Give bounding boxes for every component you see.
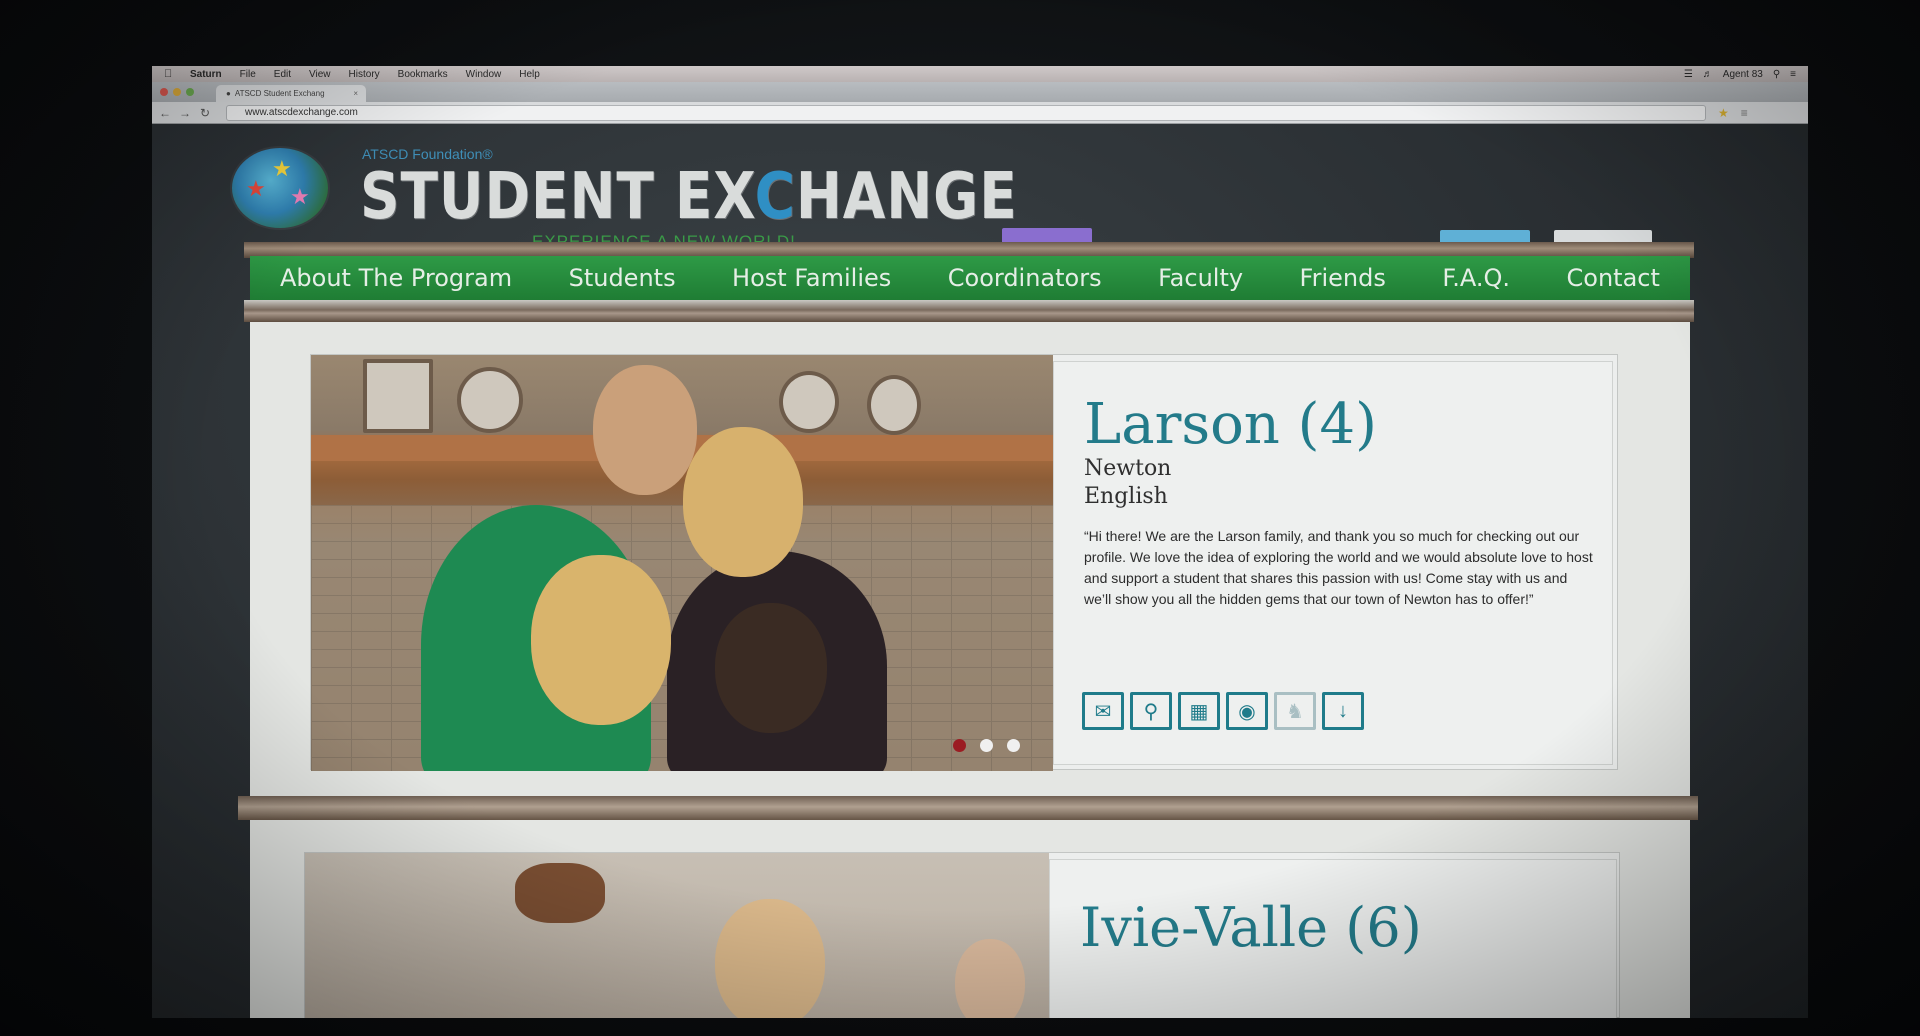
nav-contact[interactable]: Contact [1567,264,1660,292]
family-action-icons: ✉ ⚲ ▦ ◉ ♞ ↓ [1082,692,1364,730]
apple-icon[interactable]:  [164,68,174,80]
screen:  Saturn File Edit View History Bookmark… [152,66,1808,1018]
family-name-2[interactable]: Ivie-Valle (6) [1080,896,1586,959]
photo-frame-4 [867,375,921,435]
family-name[interactable]: Larson (4) [1084,395,1582,455]
site-logo[interactable]: ★ ★ ★ ATSCD Foundation® STUDENT EXCHANGE… [232,138,1017,251]
photo-face-1 [593,365,697,495]
carousel-dot-2[interactable] [980,739,993,752]
photo2-face-1 [715,899,825,1018]
browser-tab[interactable]: ● ATSCD Student Exchang × [216,85,366,102]
location-pin-icon[interactable]: ⚲ [1130,692,1172,730]
family-photo-2[interactable] [305,853,1049,1018]
dog-icon[interactable]: ♞ [1274,692,1316,730]
photo-frame-2 [457,367,523,433]
photo-frame-1 [363,359,433,433]
volume-icon[interactable]: ♬ [1703,69,1713,80]
menu-help[interactable]: Help [519,69,540,80]
web-page: ★ ★ ★ ATSCD Foundation® STUDENT EXCHANGE… [152,124,1808,1018]
url-field[interactable]: www.atscdexchange.com [226,104,1706,121]
camera-icon[interactable]: ◉ [1226,692,1268,730]
nav-students[interactable]: Students [569,264,676,292]
logo-title-end: HANGE [795,160,1018,234]
photo2-antlers [515,863,605,923]
favicon-icon: ● [226,89,231,98]
tab-title: ATSCD Student Exchang [234,89,325,98]
shelf-lower [238,796,1698,820]
family-card-larson: Larson (4) Newton English “Hi there! We … [310,354,1618,771]
carousel-dot-1[interactable] [953,739,966,752]
back-icon[interactable]: ← [158,106,172,120]
menu-edit[interactable]: Edit [274,69,291,80]
nav-faq[interactable]: F.A.Q. [1442,264,1510,292]
logo-title-start: STUDENT EX [360,160,755,234]
menu-bookmarks[interactable]: Bookmarks [398,69,448,80]
globe-logo-icon: ★ ★ ★ [232,148,328,228]
download-icon[interactable]: ↓ [1322,692,1364,730]
carousel-dot-3[interactable] [1007,739,1020,752]
user-name[interactable]: Agent 83 [1723,69,1763,80]
nav-host-families[interactable]: Host Families [732,264,891,292]
nav-about-the-program[interactable]: About The Program [280,264,512,292]
photo-face-2 [683,427,803,577]
photo-frame-3 [779,371,839,433]
menu-file[interactable]: File [240,69,256,80]
menu-view[interactable]: View [309,69,331,80]
logo-title-c: C [754,160,796,234]
family-card-ivie-valle: Ivie-Valle (6) [304,852,1620,1018]
family-photo[interactable] [311,355,1053,771]
nav-friends[interactable]: Friends [1300,264,1386,292]
family-town: Newton [1084,455,1172,481]
calendar-icon[interactable]: ▦ [1178,692,1220,730]
address-bar-row: ← → ↻ www.atscdexchange.com ★ ≡ [152,102,1808,124]
spotlight-icon[interactable]: ⚲ [1773,69,1780,80]
close-window-icon[interactable] [160,88,168,96]
close-tab-icon[interactable]: × [353,89,358,98]
menu-status-area: ☰ ♬ Agent 83 ⚲ ≡ [1684,69,1796,80]
mac-menu-bar:  Saturn File Edit View History Bookmark… [152,66,1808,82]
zoom-window-icon[interactable] [186,88,194,96]
mail-icon[interactable]: ✉ [1082,692,1124,730]
monitor-bezel:  Saturn File Edit View History Bookmark… [0,0,1920,1036]
photo-face-3 [531,555,671,725]
shelf-divider [244,300,1694,322]
family-info-panel-2: Ivie-Valle (6) [1049,859,1617,1018]
family-info-panel: Larson (4) Newton English “Hi there! We … [1053,361,1613,765]
photo-face-4 [715,603,827,733]
bookmark-star-icon[interactable]: ★ [1718,106,1729,120]
notification-icon[interactable]: ≡ [1790,69,1796,80]
browser-menu-icon[interactable]: ≡ [1741,106,1748,120]
menu-history[interactable]: History [349,69,380,80]
family-quote: “Hi there! We are the Larson family, and… [1084,527,1593,607]
photo2-face-2 [955,939,1025,1018]
carousel-dots [953,739,1020,752]
family-language: English [1084,484,1168,510]
forward-icon[interactable]: → [178,106,192,120]
menu-app-name[interactable]: Saturn [190,69,222,80]
wifi-icon[interactable]: ☰ [1684,69,1693,80]
main-navigation: About The Program Students Host Families… [250,256,1690,300]
menu-window[interactable]: Window [466,69,502,80]
browser-tab-bar: ● ATSCD Student Exchang × [152,82,1808,102]
logo-title: STUDENT EXCHANGE [360,160,1018,234]
nav-coordinators[interactable]: Coordinators [948,264,1102,292]
nav-faculty[interactable]: Faculty [1158,264,1243,292]
minimize-window-icon[interactable] [173,88,181,96]
window-controls [160,88,194,96]
reload-icon[interactable]: ↻ [198,106,212,120]
